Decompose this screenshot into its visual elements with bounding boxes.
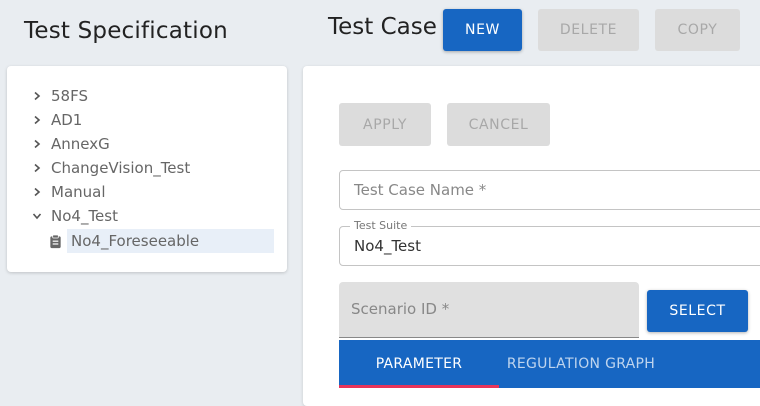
tree-item-manual[interactable]: Manual: [7, 181, 106, 203]
test-suite-field[interactable]: Test Suite No4_Test: [339, 219, 760, 266]
tree-item-label: AnnexG: [51, 135, 110, 153]
tree-item-ad1[interactable]: AD1: [7, 109, 82, 131]
copy-button[interactable]: COPY: [655, 9, 740, 51]
chevron-right-icon[interactable]: [29, 136, 45, 152]
tab-regulation-graph[interactable]: REGULATION GRAPH: [499, 340, 663, 388]
tree-item-label: 58FS: [51, 87, 88, 105]
select-button[interactable]: SELECT: [647, 290, 748, 332]
scenario-id-field[interactable]: Scenario ID *: [339, 282, 639, 338]
clipboard-icon: [47, 233, 63, 249]
test-specification-title: Test Specification: [24, 18, 228, 44]
test-case-title: Test Case: [328, 14, 437, 40]
tab-parameter[interactable]: PARAMETER: [339, 340, 499, 388]
test-case-name-field[interactable]: Test Case Name *: [339, 170, 760, 210]
test-suite-label: Test Suite: [350, 219, 412, 232]
cancel-button[interactable]: CANCEL: [447, 103, 550, 146]
tree-item-label: No4_Test: [51, 207, 118, 225]
tree-item-no4-foreseeable[interactable]: No4_Foreseeable: [47, 229, 274, 253]
apply-button[interactable]: APPLY: [339, 103, 431, 146]
tree-item-label: No4_Foreseeable: [67, 229, 274, 253]
delete-button[interactable]: DELETE: [538, 9, 639, 51]
tree-item-label: ChangeVision_Test: [51, 159, 191, 177]
tree-item-no4-test[interactable]: No4_Test: [7, 205, 118, 227]
tab-bar: PARAMETER REGULATION GRAPH: [339, 340, 760, 388]
scenario-id-placeholder: Scenario ID *: [351, 300, 450, 318]
test-suite-value: No4_Test: [354, 237, 421, 255]
tree-item-label: Manual: [51, 183, 106, 201]
tree-item-label: AD1: [51, 111, 83, 129]
chevron-right-icon[interactable]: [29, 184, 45, 200]
tab-label: REGULATION GRAPH: [506, 356, 656, 372]
test-case-name-placeholder: Test Case Name *: [354, 181, 487, 199]
tab-label: PARAMETER: [375, 356, 463, 372]
chevron-right-icon[interactable]: [29, 160, 45, 176]
new-button[interactable]: NEW: [443, 9, 522, 51]
tree-item-changevision-test[interactable]: ChangeVision_Test: [7, 157, 190, 179]
tree-item-annexg[interactable]: AnnexG: [7, 133, 110, 155]
chevron-right-icon[interactable]: [29, 112, 45, 128]
test-spec-tree-panel: 58FS AD1 AnnexG ChangeVision_Test Manual…: [7, 66, 287, 272]
chevron-right-icon[interactable]: [29, 88, 45, 104]
chevron-down-icon[interactable]: [29, 208, 45, 224]
tree-item-58fs[interactable]: 58FS: [7, 85, 88, 107]
tab-active-indicator: [339, 385, 499, 388]
